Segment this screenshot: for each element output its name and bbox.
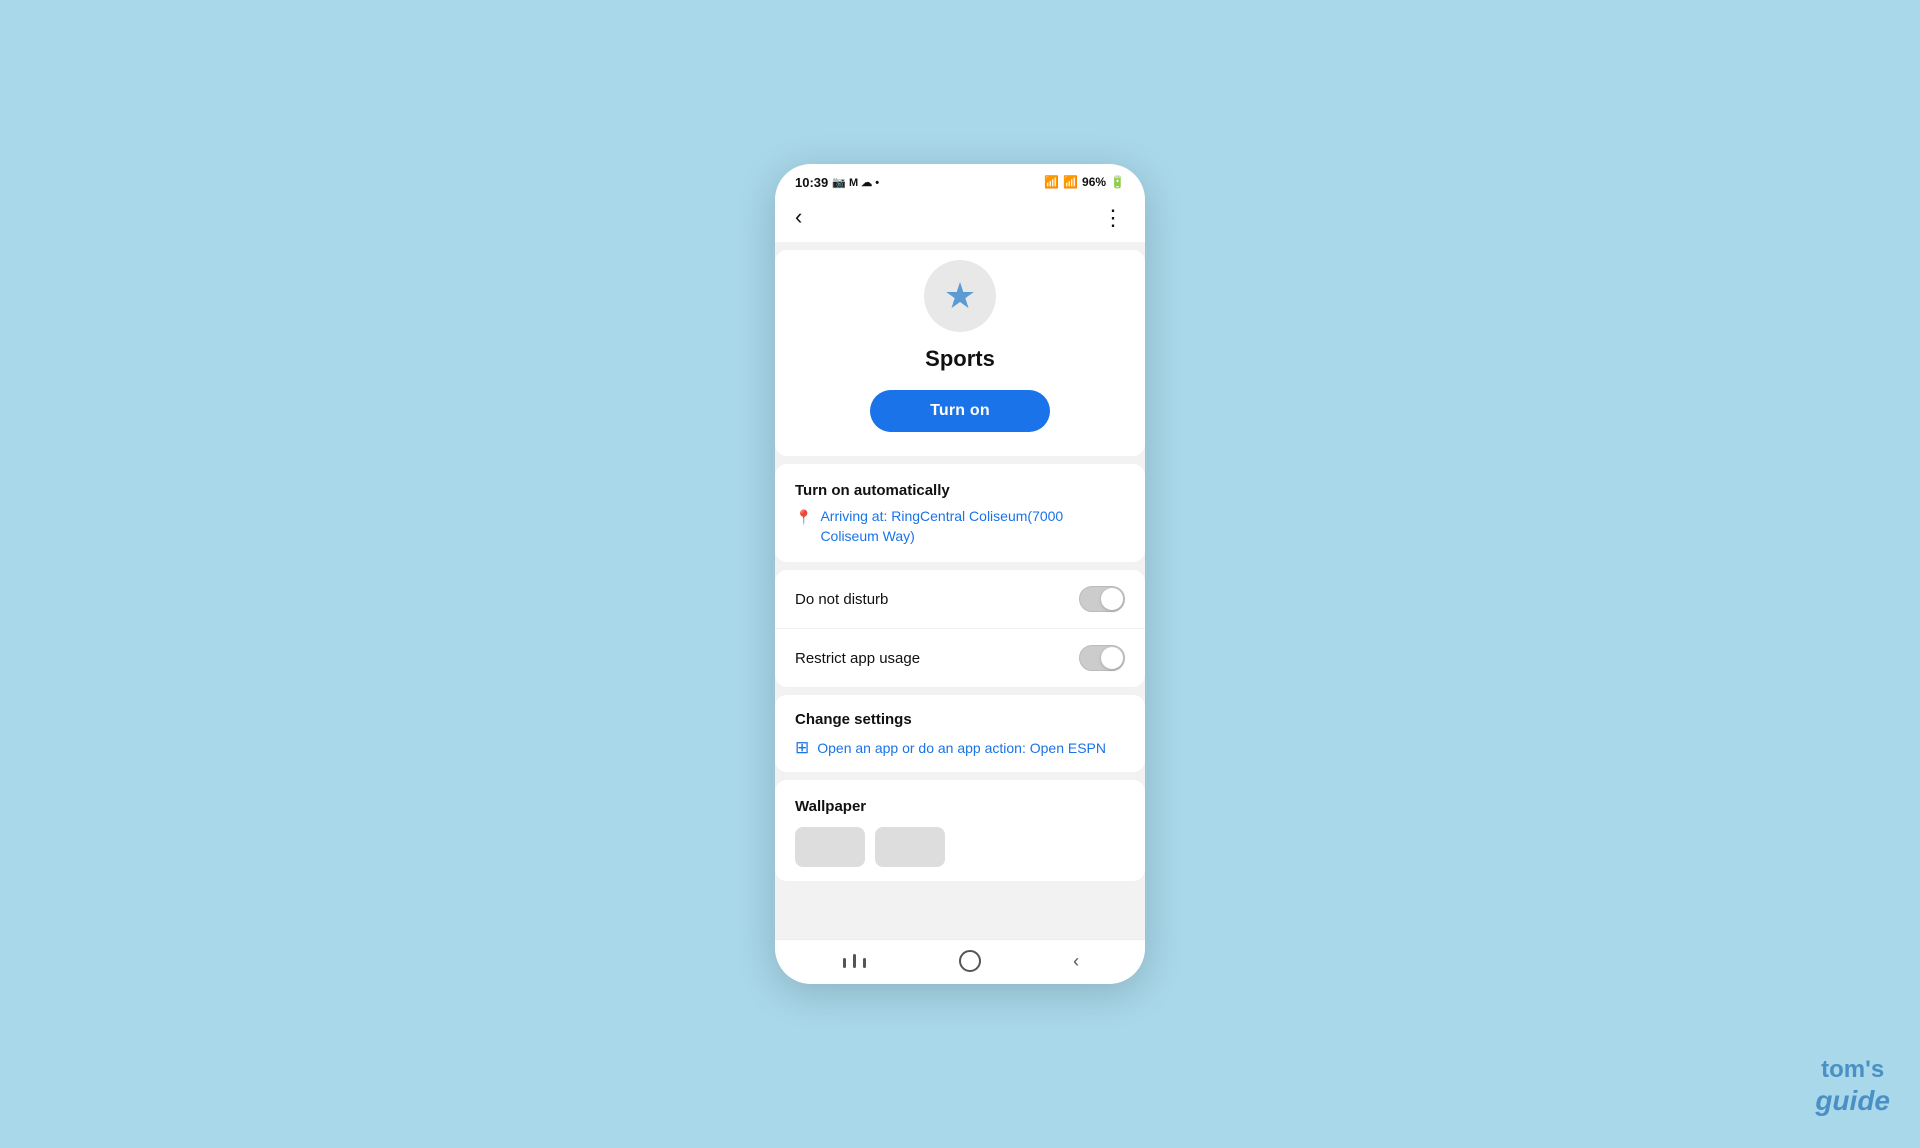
battery-level: 96% bbox=[1082, 175, 1106, 189]
watermark: tom's guide bbox=[1815, 1056, 1890, 1118]
wallpaper-thumbs bbox=[795, 827, 1125, 867]
phone-frame: 10:39 📷 M ☁ • 📶 📶 96% 🔋 ‹ ⋮ ★ Sports Tur… bbox=[775, 164, 1145, 984]
scroll-area: ★ Sports Turn on Turn on automatically 📍… bbox=[775, 242, 1145, 939]
change-settings-title: Change settings bbox=[795, 711, 1125, 728]
wallpaper-thumb-1[interactable] bbox=[795, 827, 865, 867]
location-link[interactable]: Arriving at: RingCentral Coliseum(7000 C… bbox=[820, 507, 1125, 546]
turn-on-automatically-card: Turn on automatically 📍 Arriving at: Rin… bbox=[775, 464, 1145, 562]
home-button[interactable] bbox=[959, 950, 981, 972]
nav-line-2 bbox=[853, 954, 856, 968]
back-button[interactable]: ‹ bbox=[791, 202, 806, 232]
app-action-link[interactable]: Open an app or do an app action: Open ES… bbox=[817, 740, 1106, 756]
star-icon: ★ bbox=[944, 275, 976, 317]
wallpaper-title: Wallpaper bbox=[795, 798, 1125, 815]
turn-on-automatically-title: Turn on automatically bbox=[795, 482, 1125, 499]
status-icons: 📷 M ☁ • bbox=[832, 176, 879, 189]
watermark-line2: guide bbox=[1815, 1084, 1890, 1118]
turn-on-button[interactable]: Turn on bbox=[870, 390, 1050, 432]
nav-line-1 bbox=[843, 958, 846, 968]
wallpaper-section: Wallpaper bbox=[775, 780, 1145, 881]
wifi-icon: 📶 bbox=[1044, 175, 1059, 189]
location-row[interactable]: 📍 Arriving at: RingCentral Coliseum(7000… bbox=[795, 507, 1125, 546]
hero-section: ★ Sports Turn on bbox=[775, 250, 1145, 456]
app-action-icon: ⊞ bbox=[795, 738, 809, 758]
status-left: 10:39 📷 M ☁ • bbox=[795, 175, 879, 190]
bottom-nav: ‹ bbox=[775, 939, 1145, 984]
restrict-app-usage-toggle-knob bbox=[1101, 647, 1123, 669]
location-pin-icon: 📍 bbox=[795, 509, 812, 526]
battery-icon: 🔋 bbox=[1110, 175, 1125, 189]
back-nav-button[interactable]: ‹ bbox=[1073, 951, 1079, 972]
toggles-card: Do not disturb Restrict app usage bbox=[775, 570, 1145, 687]
restrict-app-usage-row: Restrict app usage bbox=[775, 629, 1145, 687]
watermark-line1: tom's bbox=[1815, 1056, 1890, 1085]
back-nav-icon: ‹ bbox=[1073, 951, 1079, 972]
do-not-disturb-row: Do not disturb bbox=[775, 570, 1145, 629]
app-action-row[interactable]: ⊞ Open an app or do an app action: Open … bbox=[795, 738, 1125, 758]
recent-apps-button[interactable] bbox=[841, 954, 868, 968]
status-bar: 10:39 📷 M ☁ • 📶 📶 96% 🔋 bbox=[775, 164, 1145, 196]
restrict-app-usage-label: Restrict app usage bbox=[795, 650, 920, 667]
nav-line-3 bbox=[863, 958, 866, 968]
turn-on-automatically-section: Turn on automatically 📍 Arriving at: Rin… bbox=[775, 464, 1145, 562]
do-not-disturb-label: Do not disturb bbox=[795, 591, 888, 608]
top-bar: ‹ ⋮ bbox=[775, 196, 1145, 242]
status-time: 10:39 bbox=[795, 175, 828, 190]
mode-title: Sports bbox=[925, 346, 995, 372]
restrict-app-usage-toggle[interactable] bbox=[1079, 645, 1125, 671]
overflow-menu-button[interactable]: ⋮ bbox=[1098, 208, 1129, 227]
recent-apps-icon bbox=[841, 954, 868, 968]
wallpaper-thumb-2[interactable] bbox=[875, 827, 945, 867]
mode-icon-circle: ★ bbox=[924, 260, 996, 332]
do-not-disturb-toggle[interactable] bbox=[1079, 586, 1125, 612]
do-not-disturb-toggle-knob bbox=[1101, 588, 1123, 610]
signal-icon: 📶 bbox=[1063, 175, 1078, 189]
status-right: 📶 📶 96% 🔋 bbox=[1044, 175, 1125, 189]
home-icon bbox=[959, 950, 981, 972]
change-settings-section: Change settings ⊞ Open an app or do an a… bbox=[775, 695, 1145, 772]
change-settings-card: Change settings ⊞ Open an app or do an a… bbox=[775, 695, 1145, 772]
